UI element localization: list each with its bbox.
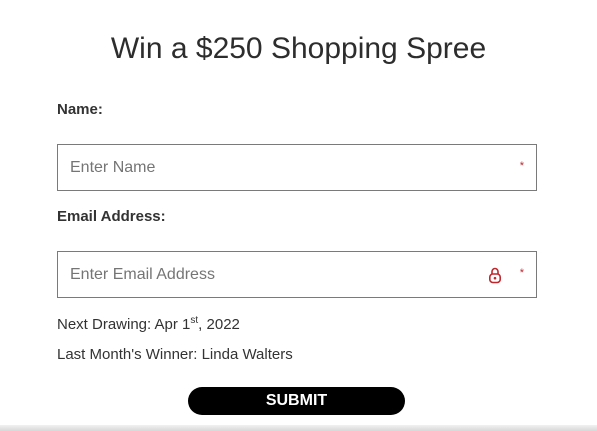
name-input[interactable] [58,145,536,190]
last-winner-text: Last Month's Winner: Linda Walters [57,346,293,363]
name-label: Name: [57,101,103,118]
form-title: Win a $250 Shopping Spree [110,32,487,65]
email-field-box: * [57,251,537,298]
next-drawing-ordinal: st [190,315,199,326]
submit-button[interactable]: SUBMIT [188,387,405,415]
next-drawing-year: , 2022 [198,316,240,333]
next-drawing-text: Next Drawing: Apr 1st, 2022 [57,316,240,334]
name-field-box: * [57,144,537,191]
lock-icon[interactable] [488,266,502,284]
email-input[interactable] [58,252,536,297]
next-drawing-date: Next Drawing: Apr 1 [57,316,191,333]
bottom-divider [0,425,597,431]
name-required-marker: * [519,160,524,172]
email-required-marker: * [519,267,524,279]
email-label: Email Address: [57,208,166,225]
